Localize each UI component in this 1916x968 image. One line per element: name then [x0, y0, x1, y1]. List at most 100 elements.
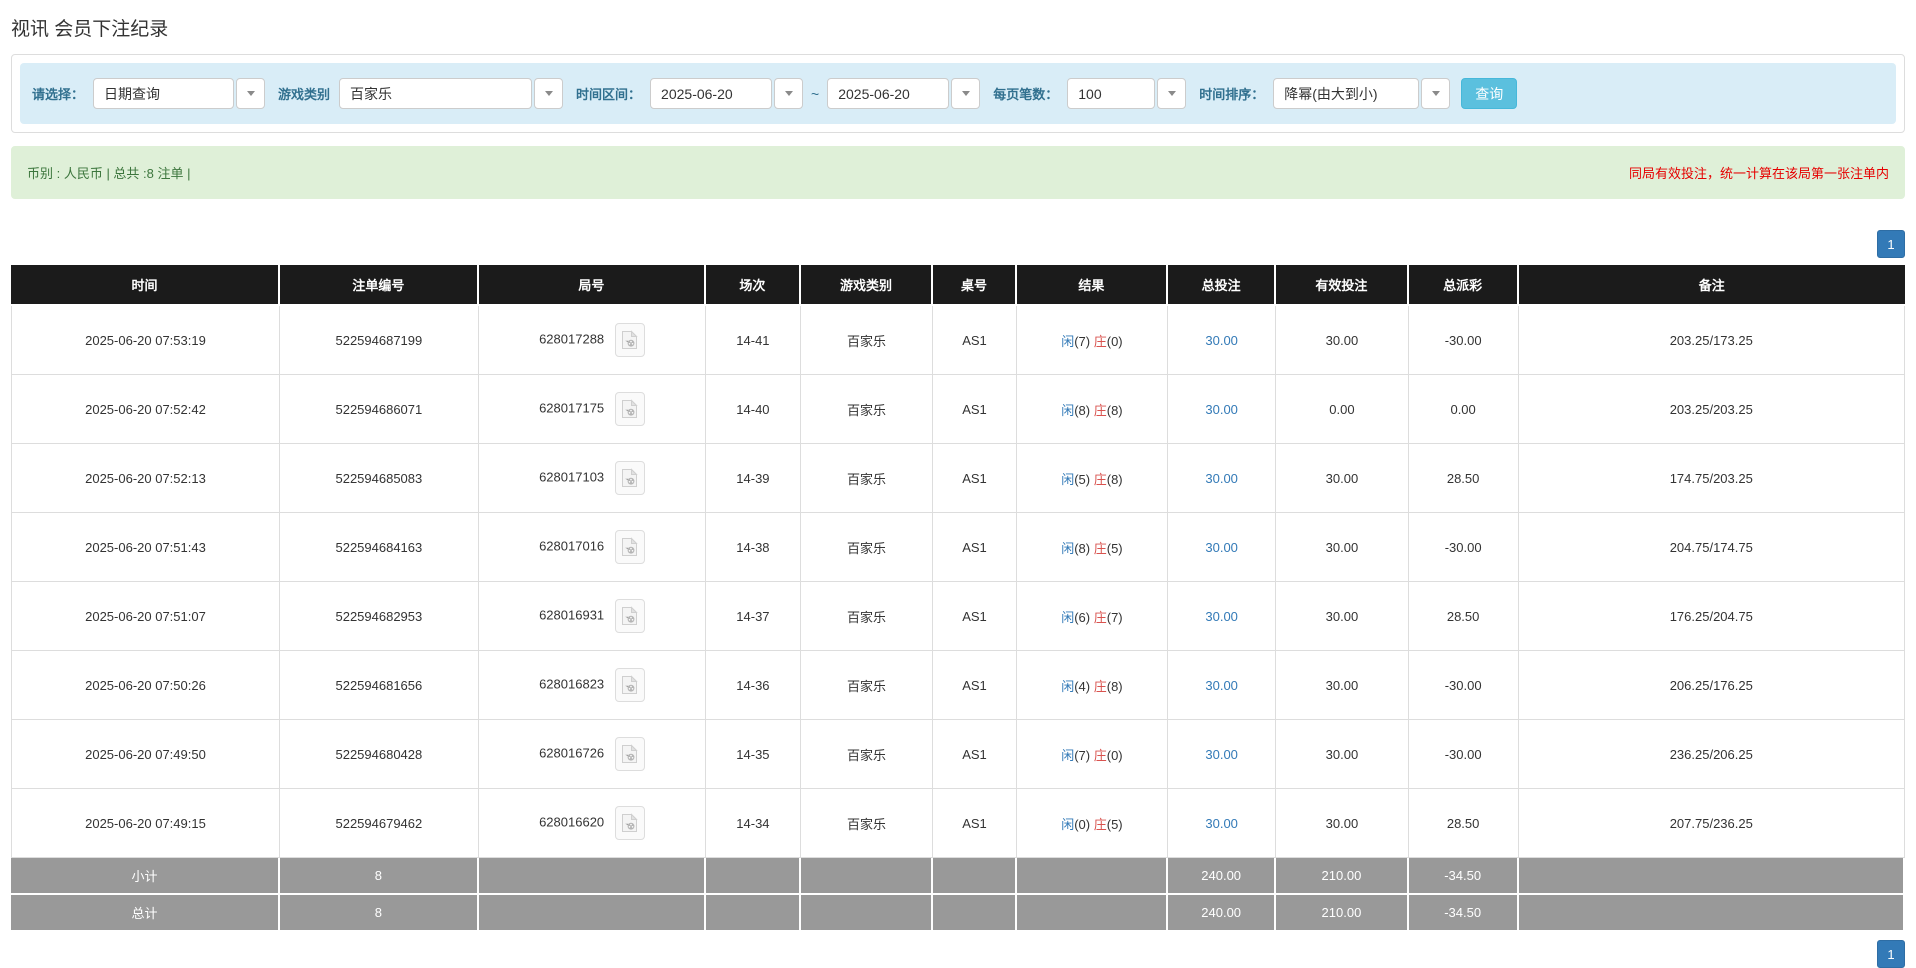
page-size-value[interactable]: 100	[1067, 78, 1156, 109]
round-number: 628016823	[539, 676, 605, 692]
table-row: 2025-06-20 07:50:26 522594681656 628016823…	[11, 651, 1905, 720]
total-bet-link[interactable]: 30.00	[1205, 747, 1238, 762]
date-to-dropdown-button[interactable]	[951, 78, 981, 109]
page-button-1[interactable]: 1	[1877, 230, 1905, 258]
cell-result: 闲(8) 庄(5)	[1016, 513, 1169, 582]
cell-result: 闲(7) 庄(0)	[1016, 306, 1169, 375]
cell-total-bet: 30.00	[1168, 651, 1277, 720]
cell-round: 628017103	[478, 444, 707, 513]
cell-remark: 206.25/176.25	[1518, 651, 1905, 720]
cell-session: 14-37	[706, 582, 801, 651]
cell-table-no: AS1	[933, 720, 1017, 789]
column-header-session: 场次	[706, 265, 801, 306]
cell-session: 14-41	[706, 306, 801, 375]
cell-game: 百家乐	[800, 444, 934, 513]
cell-session: 14-36	[706, 651, 801, 720]
filter-bar: 请选择： 日期查询 游戏类别 百家乐 时间区间： 2025-06-20 ~ 20…	[20, 63, 1896, 124]
cell-valid-bet: 30.00	[1276, 720, 1409, 789]
cell-session: 14-39	[706, 444, 801, 513]
page-size-combobox[interactable]: 100	[1067, 78, 1187, 109]
cell-total-bet: 30.00	[1168, 582, 1277, 651]
select-type-combobox[interactable]: 日期查询	[93, 78, 266, 109]
cell-game: 百家乐	[800, 306, 934, 375]
total-bet-link[interactable]: 30.00	[1205, 402, 1238, 417]
search-button[interactable]: 查询	[1461, 78, 1518, 109]
video-file-icon	[622, 399, 638, 418]
date-from-combobox[interactable]: 2025-06-20	[650, 78, 804, 109]
select-type-dropdown-button[interactable]	[236, 78, 266, 109]
result-banker: 庄	[1093, 333, 1107, 349]
time-sort-value[interactable]: 降幂(由大到小)	[1273, 78, 1420, 109]
select-type-value[interactable]: 日期查询	[93, 78, 235, 109]
cell-valid-bet: 30.00	[1276, 789, 1409, 858]
total-bet-link[interactable]: 30.00	[1205, 471, 1238, 486]
round-number: 628017103	[539, 469, 605, 485]
video-replay-button[interactable]	[614, 530, 645, 564]
cell-table-no: AS1	[933, 306, 1017, 375]
cell-table-no: AS1	[933, 513, 1017, 582]
date-from-value[interactable]: 2025-06-20	[650, 78, 773, 109]
cell-payout: 0.00	[1408, 375, 1519, 444]
page-button-1[interactable]: 1	[1877, 940, 1905, 968]
cell-session: 14-34	[706, 789, 801, 858]
date-range-separator: ~	[811, 85, 820, 102]
video-replay-button[interactable]	[614, 392, 645, 426]
result-player: 闲	[1061, 747, 1075, 763]
cell-time: 2025-06-20 07:49:50	[11, 720, 280, 789]
result-banker: 庄	[1093, 471, 1107, 487]
total-bet-link[interactable]: 30.00	[1205, 333, 1238, 348]
video-replay-button[interactable]	[614, 323, 645, 357]
video-replay-button[interactable]	[614, 737, 645, 771]
chevron-down-icon	[1167, 91, 1176, 96]
time-sort-combobox[interactable]: 降幂(由大到小)	[1273, 78, 1451, 109]
grand-total-row: 总计 8 240.00 210.00 -34.50	[11, 895, 1905, 932]
video-file-icon	[622, 675, 638, 694]
date-to-value[interactable]: 2025-06-20	[827, 78, 950, 109]
video-file-icon	[622, 468, 638, 487]
total-bet-link[interactable]: 30.00	[1205, 540, 1238, 555]
result-banker: 庄	[1093, 609, 1107, 625]
total-bet-link[interactable]: 30.00	[1205, 678, 1238, 693]
column-header-table-no: 桌号	[933, 265, 1017, 306]
cell-bet-id: 522594682953	[279, 582, 479, 651]
cell-valid-bet: 30.00	[1276, 444, 1409, 513]
page-size-dropdown-button[interactable]	[1157, 78, 1187, 109]
cell-time: 2025-06-20 07:52:13	[11, 444, 280, 513]
cell-result: 闲(7) 庄(0)	[1016, 720, 1169, 789]
column-header-round: 局号	[478, 265, 707, 306]
video-replay-button[interactable]	[614, 806, 645, 840]
cell-game: 百家乐	[800, 513, 934, 582]
date-from-dropdown-button[interactable]	[774, 78, 804, 109]
cell-game: 百家乐	[800, 651, 934, 720]
video-file-icon	[622, 330, 638, 349]
cell-valid-bet: 30.00	[1276, 582, 1409, 651]
column-header-valid-bet: 有效投注	[1276, 265, 1409, 306]
result-player: 闲	[1061, 333, 1075, 349]
game-category-value[interactable]: 百家乐	[339, 78, 533, 109]
total-bet-link[interactable]: 30.00	[1205, 609, 1238, 624]
cell-payout: 28.50	[1408, 582, 1519, 651]
cell-round: 628016726	[478, 720, 707, 789]
cell-remark: 203.25/203.25	[1518, 375, 1905, 444]
game-category-dropdown-button[interactable]	[534, 78, 564, 109]
cell-payout: -30.00	[1408, 306, 1519, 375]
subtotal-payout: -34.50	[1408, 858, 1519, 895]
cell-session: 14-40	[706, 375, 801, 444]
video-replay-button[interactable]	[614, 461, 645, 495]
column-header-bet-id: 注单编号	[279, 265, 479, 306]
subtotal-row: 小计 8 240.00 210.00 -34.50	[11, 858, 1905, 895]
cell-result: 闲(5) 庄(8)	[1016, 444, 1169, 513]
pagination-bottom: 1	[11, 940, 1905, 968]
table-header-row: 时间 注单编号 局号 场次 游戏类别 桌号 结果 总投注 有效投注 总派彩 备注	[11, 265, 1905, 306]
column-header-total-bet: 总投注	[1168, 265, 1277, 306]
total-bet-link[interactable]: 30.00	[1205, 816, 1238, 831]
video-replay-button[interactable]	[614, 668, 645, 702]
cell-bet-id: 522594687199	[279, 306, 479, 375]
game-category-combobox[interactable]: 百家乐	[339, 78, 564, 109]
result-player: 闲	[1061, 678, 1075, 694]
video-replay-button[interactable]	[614, 599, 645, 633]
time-sort-dropdown-button[interactable]	[1421, 78, 1451, 109]
cell-total-bet: 30.00	[1168, 789, 1277, 858]
table-row: 2025-06-20 07:49:15 522594679462 628016620…	[11, 789, 1905, 858]
date-to-combobox[interactable]: 2025-06-20	[827, 78, 981, 109]
